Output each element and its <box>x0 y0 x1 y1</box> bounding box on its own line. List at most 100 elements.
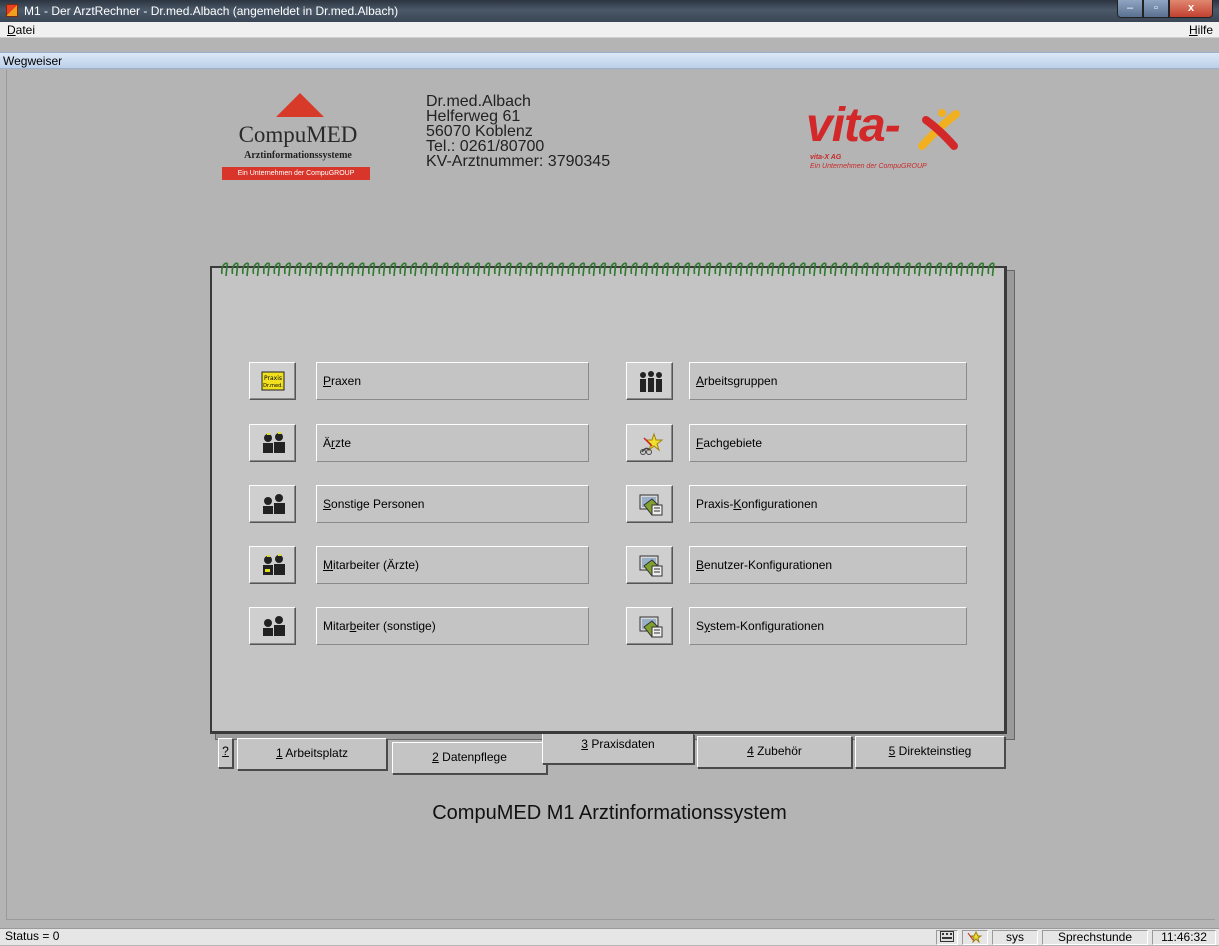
address-line: Helferweg 61 <box>426 108 521 125</box>
arbeitsgruppen-button[interactable]: Arbeitsgruppen <box>689 362 967 400</box>
spiral-coil <box>357 262 365 277</box>
spiral-coil <box>766 262 775 277</box>
spiral-coil <box>598 262 607 277</box>
aerzte-icon-button[interactable] <box>249 424 296 462</box>
address-line: Dr.med.Albach <box>426 93 531 110</box>
tab-direkteinstieg[interactable]: 5 Direkteinstieg <box>855 736 1005 768</box>
child-window-title-bar: Wegweiser <box>0 52 1219 69</box>
system-konfigurationen-button[interactable]: System-Konfigurationen <box>689 607 967 645</box>
spiral-coil <box>346 262 355 277</box>
praxis-konfigurationen-button[interactable]: Praxis-Konfigurationen <box>689 485 967 523</box>
spiral-coil <box>955 262 964 277</box>
close-button[interactable]: x <box>1169 0 1213 18</box>
status-mode: Sprechstunde <box>1042 930 1148 945</box>
spiral-coil <box>367 262 376 277</box>
sonstige-personen-button[interactable]: Sonstige Personen <box>316 485 589 523</box>
aerzte-button[interactable]: Ärzte <box>316 424 589 462</box>
compumed-triangle-icon <box>276 93 324 117</box>
spiral-coil <box>714 262 722 277</box>
persons-icon <box>263 616 285 636</box>
spiral-coil <box>262 262 271 277</box>
menu-bar: Datei Hilfe <box>0 22 1219 38</box>
spiral-coil <box>630 262 638 277</box>
spiral-coil <box>808 262 817 277</box>
spiral-coil <box>304 262 313 277</box>
spiral-coil <box>451 262 460 277</box>
spiral-coil <box>399 262 407 277</box>
praxis-icon: Praxis Dr.med. <box>261 371 285 391</box>
title-bar: M1 - Der ArztRechner - Dr.med.Albach (an… <box>0 0 1219 22</box>
arbeitsgruppen-icon-button[interactable] <box>626 362 673 400</box>
spiral-coil <box>483 262 491 277</box>
spiral-coil <box>987 262 995 277</box>
tab-zubehoer[interactable]: 4 Zubehör <box>697 736 852 768</box>
tab-help[interactable]: ? <box>218 738 233 768</box>
benutzer-konfigurationen-icon-button[interactable] <box>626 546 673 584</box>
spiral-coil <box>735 262 743 277</box>
spiral-coil <box>514 262 523 277</box>
spiral-coil <box>462 262 470 277</box>
fachgebiete-button[interactable]: Fachgebiete <box>689 424 967 462</box>
maximize-button[interactable]: ▫ <box>1143 0 1169 18</box>
praxen-icon-button[interactable]: Praxis Dr.med. <box>249 362 296 400</box>
spiral-coil <box>252 262 260 277</box>
window-controls: – ▫ x <box>1117 0 1213 20</box>
spiral-coil <box>325 262 334 277</box>
mitarbeiter-sonstige-icon-button[interactable] <box>249 607 296 645</box>
tab-datenpflege[interactable]: 2 Datenpflege <box>392 742 547 774</box>
mitarbeiter-aerzte-icon-button[interactable] <box>249 546 296 584</box>
menu-file[interactable]: Datei <box>7 23 35 37</box>
status-user: sys <box>992 930 1038 945</box>
spiral-coil <box>745 262 754 277</box>
minimize-button[interactable]: – <box>1117 0 1143 18</box>
spiral-coil <box>693 262 701 277</box>
praxis-konfigurationen-icon-button[interactable] <box>626 485 673 523</box>
spiral-coil <box>672 262 680 277</box>
footer-title: CompuMED M1 Arztinformationssystem <box>432 802 787 824</box>
keyboard-status-icon <box>936 930 958 945</box>
status-text: Status = 0 <box>5 929 60 943</box>
benutzer-konfigurationen-button[interactable]: Benutzer-Konfigurationen <box>689 546 967 584</box>
configuration-icon <box>639 494 663 516</box>
spiral-coil <box>850 262 859 277</box>
spiral-coil <box>241 262 250 277</box>
spiral-coil <box>661 262 670 277</box>
spiral-coil <box>220 262 229 277</box>
spiral-coil <box>409 262 418 277</box>
configuration-icon <box>639 616 663 638</box>
spiral-coil <box>378 262 386 277</box>
spiral-coil <box>493 262 502 277</box>
spiral-coil <box>430 262 439 277</box>
app-icon <box>6 4 18 17</box>
vitax-company: vita-X AG <box>810 154 842 161</box>
window-title: M1 - Der ArztRechner - Dr.med.Albach (an… <box>24 4 399 18</box>
mitarbeiter-sonstige-button[interactable]: Mitarbeiter (sonstige) <box>316 607 589 645</box>
compumed-logo: CompuMED Arztinformationssysteme Ein Unt… <box>218 93 378 187</box>
spiral-coil <box>294 262 302 277</box>
mitarbeiter-aerzte-button[interactable]: Mitarbeiter (Ärzte) <box>316 546 589 584</box>
tab-arbeitsplatz[interactable]: 1 Arbeitsplatz <box>237 738 387 770</box>
system-konfigurationen-icon-button[interactable] <box>626 607 673 645</box>
spiral-coil <box>525 262 533 277</box>
menu-help[interactable]: Hilfe <box>1189 23 1213 37</box>
sonstige-personen-icon-button[interactable] <box>249 485 296 523</box>
spiral-coil <box>546 262 554 277</box>
spiral-coil <box>892 262 901 277</box>
spiral-coil <box>388 262 397 277</box>
spiral-coil <box>682 262 691 277</box>
work-groups-icon <box>640 371 662 392</box>
spiral-coil <box>283 262 292 277</box>
spiral-coil <box>913 262 922 277</box>
spiral-coil <box>651 262 659 277</box>
fachgebiete-icon-button[interactable] <box>626 424 673 462</box>
spiral-coil <box>724 262 733 277</box>
spiral-coil <box>798 262 806 277</box>
doctors-icon <box>263 554 285 575</box>
spiral-coil <box>441 262 449 277</box>
spiral-coil <box>934 262 943 277</box>
tab-praxisdaten[interactable]: 3 Praxisdaten <box>542 734 694 764</box>
spiral-coil <box>336 262 344 277</box>
praxen-button[interactable]: Praxen <box>316 362 589 400</box>
spiral-coil <box>535 262 544 277</box>
spiral-coil <box>777 262 785 277</box>
